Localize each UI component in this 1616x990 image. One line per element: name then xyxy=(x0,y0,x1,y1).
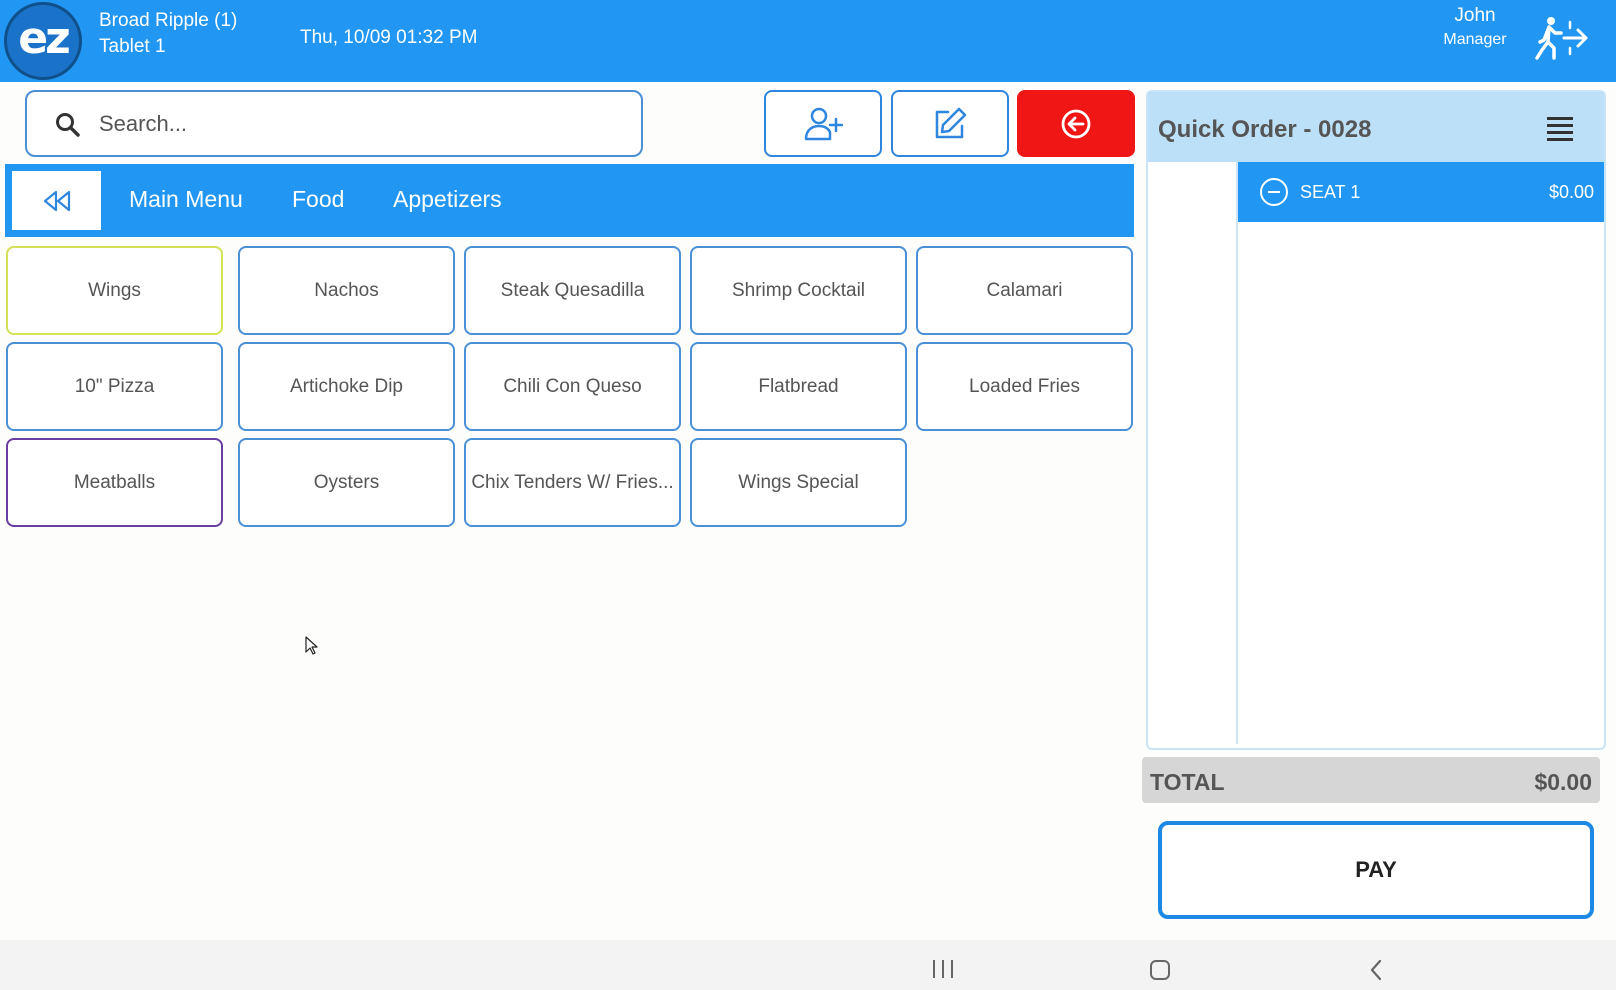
arrow-left-circle-icon xyxy=(1061,109,1091,138)
seat-amount: $0.00 xyxy=(1548,182,1594,202)
seat-label: SEAT 1 xyxy=(1300,182,1361,202)
seat-divider xyxy=(1236,162,1238,744)
menu-item-button[interactable]: Wings xyxy=(6,246,223,335)
logo-text: ez xyxy=(18,12,70,64)
remove-seat-icon[interactable] xyxy=(1260,178,1288,206)
total-bar: TOTAL $0.00 xyxy=(1142,757,1600,803)
logout-icon[interactable] xyxy=(1534,14,1590,62)
menu-item-button[interactable]: Wings Special xyxy=(690,438,907,527)
location-name: Broad Ripple (1) xyxy=(99,10,238,31)
recents-icon[interactable] xyxy=(933,960,955,978)
hamburger-menu-icon[interactable] xyxy=(1546,114,1574,142)
search-box[interactable] xyxy=(25,90,643,157)
edit-icon xyxy=(935,107,967,138)
menu-item-button[interactable]: Calamari xyxy=(916,246,1133,335)
top-bar: ez Broad Ripple (1) Tablet 1 Thu, 10/09 … xyxy=(0,0,1616,82)
category-breadcrumb: Main Menu Food Appetizers xyxy=(5,164,1134,237)
menu-item-button[interactable]: Chili Con Queso xyxy=(464,342,681,431)
mouse-cursor-icon xyxy=(305,636,318,655)
total-label: TOTAL xyxy=(1150,769,1225,795)
menu-item-button[interactable]: Loaded Fries xyxy=(916,342,1133,431)
search-input[interactable] xyxy=(99,104,619,144)
menu-item-button[interactable]: Artichoke Dip xyxy=(238,342,455,431)
device-name: Tablet 1 xyxy=(99,36,166,57)
location-info: Broad Ripple (1) Tablet 1 xyxy=(99,8,237,60)
pay-button[interactable]: PAY xyxy=(1158,821,1594,919)
add-customer-button[interactable] xyxy=(764,90,882,157)
crumb-main-menu[interactable]: Main Menu xyxy=(129,186,243,213)
menu-item-button[interactable]: Nachos xyxy=(238,246,455,335)
user-plus-icon xyxy=(804,107,843,140)
menu-item-button[interactable]: Chix Tenders W/ Fries... xyxy=(464,438,681,527)
back-button[interactable] xyxy=(12,171,101,230)
seat-row[interactable]: SEAT 1 $0.00 xyxy=(1238,162,1604,222)
crumb-appetizers[interactable]: Appetizers xyxy=(393,186,502,213)
menu-item-button[interactable]: 10" Pizza xyxy=(6,342,223,431)
edit-order-button[interactable] xyxy=(891,90,1009,157)
current-datetime: Thu, 10/09 01:32 PM xyxy=(300,27,478,48)
search-icon xyxy=(56,113,80,137)
ez-logo: ez xyxy=(4,2,82,80)
user-role: Manager xyxy=(1443,31,1507,48)
menu-item-button[interactable]: Flatbread xyxy=(690,342,907,431)
home-icon[interactable] xyxy=(1150,960,1170,980)
system-nav-bar xyxy=(0,940,1616,990)
order-panel: Quick Order - 0028 SEAT 1 $0.00 xyxy=(1146,90,1606,750)
exit-order-button[interactable] xyxy=(1017,90,1135,157)
back-nav-icon[interactable] xyxy=(1368,958,1384,982)
user-info: John Manager xyxy=(1425,4,1525,52)
user-name: John xyxy=(1454,5,1496,26)
menu-item-button[interactable]: Steak Quesadilla xyxy=(464,246,681,335)
order-title: Quick Order - 0028 xyxy=(1158,116,1372,143)
total-amount: $0.00 xyxy=(1534,769,1592,795)
menu-item-button[interactable]: Shrimp Cocktail xyxy=(690,246,907,335)
crumb-food[interactable]: Food xyxy=(292,186,344,213)
order-header: Quick Order - 0028 xyxy=(1148,92,1604,162)
menu-item-button[interactable]: Meatballs xyxy=(6,438,223,527)
rewind-icon xyxy=(43,190,70,211)
menu-item-button[interactable]: Oysters xyxy=(238,438,455,527)
